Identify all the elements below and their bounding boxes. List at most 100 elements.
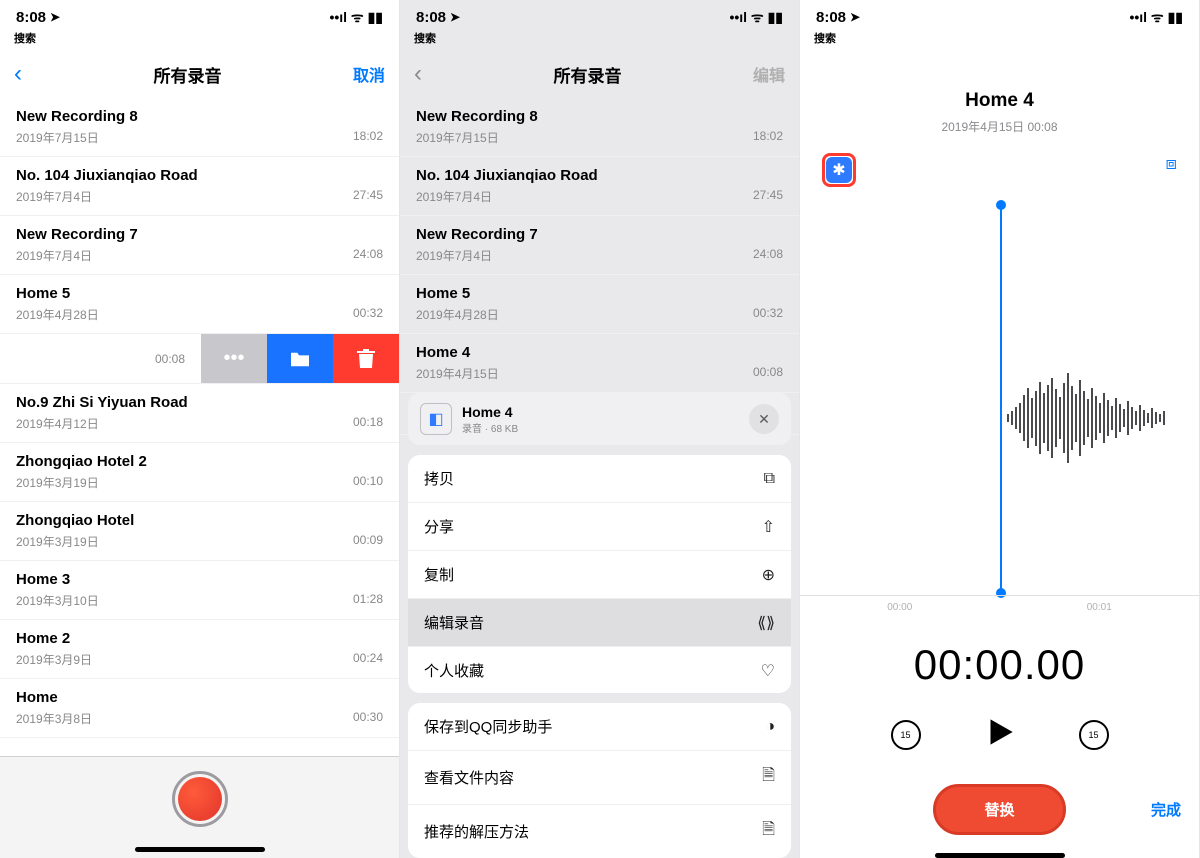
row-duration: 00:32 (753, 306, 783, 323)
done-button[interactable]: 完成 (1151, 799, 1181, 820)
sheet-label: 个人收藏 (424, 660, 484, 681)
row-date: 2019年3月8日 (16, 710, 92, 727)
back-button[interactable]: ‹ (414, 60, 422, 88)
playback-controls: 15 15 (891, 713, 1109, 756)
row-date: 2019年4月28日 (16, 306, 99, 323)
time-mark: 00:00 (887, 602, 912, 613)
sheet-action[interactable]: 编辑录音 ⟪⟫ (408, 599, 791, 647)
nav-title: 所有录音 (553, 62, 621, 87)
enhance-button-highlight[interactable]: ✱ (822, 153, 856, 187)
close-button[interactable]: ✕ (749, 404, 779, 434)
recording-row[interactable]: New Recording 7 2019年7月4日24:08 (0, 216, 399, 275)
row-date: 2019年4月12日 (16, 415, 99, 432)
recording-row: New Recording 8 2019年7月15日18:02 (400, 98, 799, 157)
sheet-label: 保存到QQ同步助手 (424, 716, 552, 737)
sheet-action[interactable]: 保存到QQ同步助手 ◑ (408, 703, 791, 751)
action-icon: ⟪⟫ (757, 613, 775, 633)
recording-row[interactable]: New Recording 8 2019年7月15日18:02 (0, 98, 399, 157)
recording-row[interactable]: No. 104 Jiuxianqiao Road 2019年7月4日 27:45 (0, 157, 399, 216)
action-icon: ⇧ (762, 517, 775, 537)
sheet-action[interactable]: 个人收藏♡ (408, 647, 791, 693)
row-duration: 27:45 (353, 188, 383, 205)
row-date: 2019年3月19日 (16, 533, 99, 550)
row-date: 2019年7月4日 (416, 188, 492, 205)
sheet-subtitle: 录音 · 68 KB (462, 420, 739, 435)
recording-row[interactable]: Home 3 2019年3月10日01:28 (0, 561, 399, 620)
waveform-area[interactable]: 00:00 00:01 (800, 205, 1199, 631)
sheet-action[interactable]: 复制⊕ (408, 551, 791, 599)
replace-button[interactable]: 替换 (933, 784, 1065, 835)
action-icon: ⊕ (762, 565, 775, 585)
screen-actionsheet: 8:08➤ ••ıl ᯤ ▮▮ 搜索 ‹ 所有录音 编辑 New Recordi… (400, 0, 800, 858)
sheet-label: 编辑录音 (424, 612, 484, 633)
row-duration: 00:18 (353, 415, 383, 432)
play-button[interactable] (981, 713, 1019, 756)
nav-bar: ‹ 所有录音 编辑 (400, 52, 799, 98)
search-label: 搜索 (800, 28, 1199, 52)
recording-row[interactable]: No.9 Zhi Si Yiyuan Road 2019年4月12日00:18 (0, 384, 399, 443)
status-icons: ••ıl ᯤ ▮▮ (729, 8, 783, 27)
recordings-list[interactable]: New Recording 8 2019年7月15日18:02 No. 104 … (0, 98, 399, 756)
row-duration: 18:02 (353, 129, 383, 146)
row-title: New Recording 7 (416, 226, 783, 243)
action-icon: ⧉ (764, 470, 775, 488)
recording-row[interactable]: Home 5 2019年4月28日00:32 (0, 275, 399, 334)
trim-button[interactable]: ⧈ (1166, 153, 1177, 187)
cancel-button[interactable]: 取消 (353, 62, 385, 86)
home-indicator[interactable] (935, 853, 1065, 858)
record-button[interactable] (172, 771, 228, 827)
delete-action[interactable] (333, 334, 399, 383)
recording-row[interactable]: Zhongqiao Hotel 2019年3月19日00:09 (0, 502, 399, 561)
row-duration: 24:08 (353, 247, 383, 264)
row-title: Home (16, 689, 383, 706)
edit-button[interactable]: 编辑 (753, 62, 785, 86)
row-title: Home 5 (16, 285, 383, 302)
recording-row[interactable]: Home 2 2019年3月9日00:24 (0, 620, 399, 679)
playhead[interactable] (1000, 205, 1002, 593)
row-title: Home 4 (416, 344, 783, 361)
row-date: 2019年7月4日 (16, 188, 92, 205)
back-button[interactable]: ‹ (14, 60, 22, 88)
status-time: 8:08 (416, 9, 446, 26)
sheet-action[interactable]: 查看文件内容 🗎 (408, 751, 791, 805)
sheet-label: 分享 (424, 516, 454, 537)
swiped-row[interactable]: 00:08 ••• (0, 334, 399, 384)
action-icon: 🗎 (762, 764, 775, 791)
recording-title[interactable]: Home 4 (965, 90, 1034, 112)
status-time: 8:08 (816, 9, 846, 26)
screen-editor: 8:08➤ ••ıl ᯤ ▮▮ 搜索 Home 4 2019年4月15日 00:… (800, 0, 1200, 858)
location-icon: ➤ (850, 10, 860, 24)
row-duration: 00:24 (353, 651, 383, 668)
row-date: 2019年3月9日 (16, 651, 92, 668)
action-icon: ◑ (765, 718, 775, 736)
row-duration: 18:02 (753, 129, 783, 146)
swiped-duration: 00:08 (0, 334, 201, 383)
timeline: 00:00 00:01 (800, 595, 1199, 613)
more-action[interactable]: ••• (201, 334, 267, 383)
recording-row[interactable]: Zhongqiao Hotel 2 2019年3月19日00:10 (0, 443, 399, 502)
skip-back-button[interactable]: 15 (891, 720, 921, 750)
row-title: Home 3 (16, 571, 383, 588)
skip-value: 15 (900, 730, 910, 740)
sheet-action[interactable]: 拷贝⧉ (408, 455, 791, 503)
status-bar: 8:08➤ ••ıl ᯤ ▮▮ (0, 0, 399, 28)
home-indicator[interactable] (135, 847, 265, 852)
row-date: 2019年7月4日 (416, 247, 492, 264)
sheet-label: 查看文件内容 (424, 767, 514, 788)
recording-meta: 2019年4月15日 00:08 (941, 118, 1057, 135)
screen-list: 8:08➤ ••ıl ᯤ ▮▮ 搜索 ‹ 所有录音 取消 New Recordi… (0, 0, 400, 858)
row-title: No. 104 Jiuxianqiao Road (16, 167, 383, 184)
sheet-action[interactable]: 分享 ⇧ (408, 503, 791, 551)
row-date: 2019年3月19日 (16, 474, 99, 491)
recording-row: Home 4 2019年4月15日00:08 (400, 334, 799, 393)
move-action[interactable] (267, 334, 333, 383)
skip-forward-button[interactable]: 15 (1079, 720, 1109, 750)
recording-row[interactable]: Home 2019年3月8日00:30 (0, 679, 399, 738)
status-bar: 8:08➤ ••ıl ᯤ ▮▮ (800, 0, 1199, 28)
status-bar: 8:08➤ ••ıl ᯤ ▮▮ (400, 0, 799, 28)
enhance-icon: ✱ (826, 157, 852, 183)
row-duration: 00:10 (353, 474, 383, 491)
row-duration: 00:08 (753, 365, 783, 382)
sheet-action[interactable]: 推荐的解压方法🗎 (408, 805, 791, 858)
nav-title: 所有录音 (153, 62, 221, 87)
